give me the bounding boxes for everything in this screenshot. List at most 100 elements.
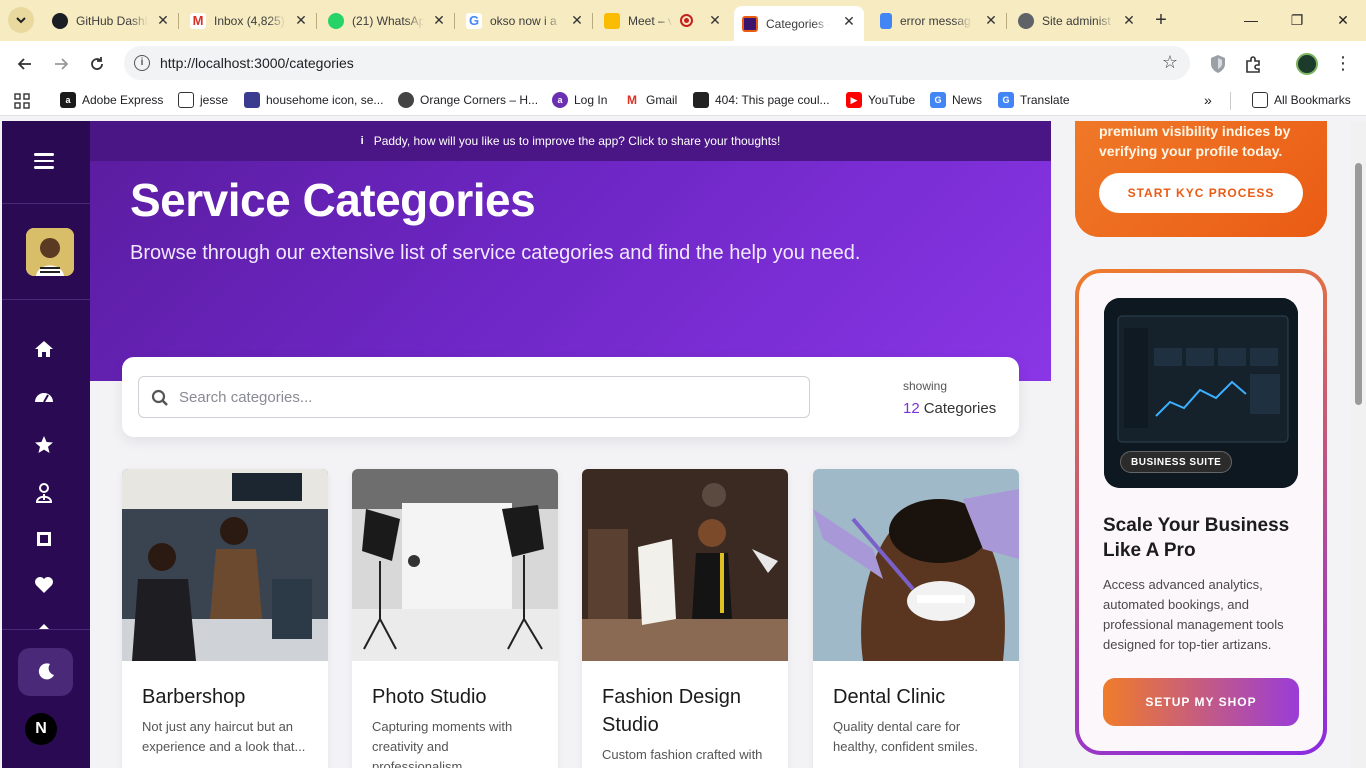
search-input[interactable] <box>179 385 779 409</box>
start-kyc-button[interactable]: START KYC PROCESS <box>1099 173 1303 213</box>
bookmark-label: YouTube <box>868 93 916 107</box>
bookmark-gmail[interactable]: M Gmail <box>624 92 677 108</box>
hamburger-menu-icon[interactable] <box>34 153 54 169</box>
close-tab-icon[interactable]: ✕ <box>708 13 722 27</box>
tab-title: (21) WhatsApp <box>352 13 424 28</box>
url-text[interactable]: http://localhost:3000/categories <box>160 55 354 71</box>
close-tab-icon[interactable]: ✕ <box>984 13 998 27</box>
setup-shop-button[interactable]: SETUP MY SHOP <box>1103 678 1299 726</box>
folder-icon <box>1252 92 1268 108</box>
youtube-icon: ▶ <box>846 92 862 108</box>
bookmark-househome[interactable]: househome icon, se... <box>244 92 383 108</box>
browser-toolbar: i http://localhost:3000/categories ☆ ⋮ <box>0 41 1366 86</box>
user-avatar[interactable] <box>26 228 74 276</box>
category-card-fashion-design[interactable]: Fashion Design Studio Custom fashion cra… <box>582 469 788 768</box>
scrollbar-thumb[interactable] <box>1355 163 1362 405</box>
bookmark-youtube[interactable]: ▶ YouTube <box>846 92 915 108</box>
page-scrollbar[interactable] <box>1351 121 1366 768</box>
tab-title: Inbox (4,825) <box>214 13 285 28</box>
feedback-text: Paddy, how will you like us to improve t… <box>373 134 781 148</box>
tab-search-button[interactable] <box>8 7 34 33</box>
househome-icon <box>244 92 260 108</box>
tab-title: error messag <box>900 13 971 28</box>
category-card-photo-studio[interactable]: Photo Studio Capturing moments with crea… <box>352 469 558 768</box>
feedback-banner[interactable]: i Paddy, how will you like us to improve… <box>90 121 1051 161</box>
bookmark-news[interactable]: G News <box>930 92 982 108</box>
app-sidebar: N <box>2 121 90 768</box>
bookmark-label: Gmail <box>646 93 678 107</box>
category-image <box>582 469 788 661</box>
back-button[interactable] <box>12 51 38 77</box>
square-icon[interactable] <box>33 528 55 550</box>
category-count: 12 Categories <box>903 400 996 417</box>
bookmark-star-icon[interactable]: ☆ <box>1162 52 1178 73</box>
user-tie-icon[interactable] <box>33 482 55 504</box>
tab-title: Meet – v <box>628 13 672 28</box>
browser-tab-meet[interactable]: Meet – v ✕ <box>592 0 730 41</box>
close-tab-icon[interactable]: ✕ <box>570 13 584 27</box>
close-tab-icon[interactable]: ✕ <box>842 14 856 28</box>
minimize-button[interactable]: — <box>1240 10 1262 32</box>
close-tab-icon[interactable]: ✕ <box>1122 13 1136 27</box>
business-suite-card: BUSINESS SUITE Scale Your Business Like … <box>1075 269 1327 755</box>
all-bookmarks-folder[interactable]: All Bookmarks <box>1252 92 1351 108</box>
bookmark-translate[interactable]: G Translate <box>998 92 1070 108</box>
bookmark-adobe-express[interactable]: a Adobe Express <box>60 92 163 108</box>
browser-tab-google[interactable]: G okso now i a ✕ <box>454 0 592 41</box>
reload-button[interactable] <box>84 51 110 77</box>
bookmarks-bar: a Adobe Express jesse househome icon, se.… <box>0 86 1366 116</box>
category-card-barbershop[interactable]: Barbershop Not just any haircut but an e… <box>122 469 328 768</box>
shield-extension-icon[interactable] <box>1207 53 1229 75</box>
bookmark-label: News <box>952 93 983 107</box>
new-tab-button[interactable]: + <box>1150 10 1172 32</box>
close-tab-icon[interactable]: ✕ <box>156 13 170 27</box>
bookmark-label: Log In <box>574 93 608 107</box>
close-tab-icon[interactable]: ✕ <box>432 13 446 27</box>
forward-button[interactable] <box>48 51 74 77</box>
bookmark-orange-corners[interactable]: Orange Corners – H... <box>398 92 538 108</box>
nextjs-logo[interactable]: N <box>25 713 57 745</box>
category-card-dental-clinic[interactable]: Dental Clinic Quality dental care for he… <box>813 469 1019 768</box>
bookmark-log-in[interactable]: a Log In <box>552 92 607 108</box>
close-tab-icon[interactable]: ✕ <box>294 13 308 27</box>
browser-tab-docs[interactable]: error messag ✕ <box>868 0 1006 41</box>
bookmark-label: jesse <box>200 93 229 107</box>
address-bar[interactable]: i http://localhost:3000/categories ☆ <box>124 46 1190 80</box>
bookmark-404[interactable]: 404: This page coul... <box>693 92 830 108</box>
profile-avatar[interactable] <box>1296 53 1318 75</box>
bookmark-label: househome icon, se... <box>266 93 384 107</box>
more-bookmarks-button[interactable]: » <box>1204 92 1212 108</box>
menu-more-icon[interactable] <box>33 621 55 643</box>
category-count-label: Categories <box>923 400 997 417</box>
app-viewport: N i Paddy, how will you like us to impro… <box>0 121 1366 768</box>
site-info-icon[interactable]: i <box>134 55 150 71</box>
home-icon[interactable] <box>33 338 55 360</box>
dashboard-gauge-icon[interactable] <box>33 386 55 408</box>
bookmark-jesse[interactable]: jesse <box>178 92 228 108</box>
apps-grid-icon[interactable] <box>14 93 30 109</box>
dark-mode-toggle[interactable] <box>18 648 73 696</box>
kyc-promo-text: premium visibility indices by verifying … <box>1099 123 1291 159</box>
translate-icon: G <box>998 92 1014 108</box>
browser-tab-site-admin[interactable]: Site administ ✕ <box>1006 0 1144 41</box>
search-box[interactable] <box>138 376 810 418</box>
browser-tab-github[interactable]: GitHub Dashboard ✕ <box>40 0 178 41</box>
sidebar-divider <box>2 299 90 300</box>
restore-button[interactable]: ❐ <box>1286 10 1308 32</box>
browser-tab-gmail[interactable]: M Inbox (4,825) ✕ <box>178 0 316 41</box>
bookmarks-separator <box>1230 92 1231 110</box>
meet-icon <box>604 12 620 29</box>
browser-tab-whatsapp[interactable]: (21) WhatsApp ✕ <box>316 0 454 41</box>
extensions-puzzle-icon[interactable] <box>1243 53 1265 75</box>
arrow-right-icon <box>55 58 69 70</box>
main-content: i Paddy, how will you like us to improve… <box>90 121 1051 768</box>
category-image <box>813 469 1019 661</box>
heart-icon[interactable] <box>33 574 55 596</box>
tab-title: okso now i a <box>490 13 557 28</box>
browser-menu-icon[interactable]: ⋮ <box>1332 53 1354 75</box>
star-icon[interactable] <box>33 434 55 456</box>
browser-tab-categories[interactable]: Categories - ✕ <box>734 6 864 41</box>
gmail-icon: M <box>624 92 640 108</box>
category-title: Fashion Design Studio <box>602 686 741 736</box>
close-window-button[interactable]: ✕ <box>1332 10 1354 32</box>
